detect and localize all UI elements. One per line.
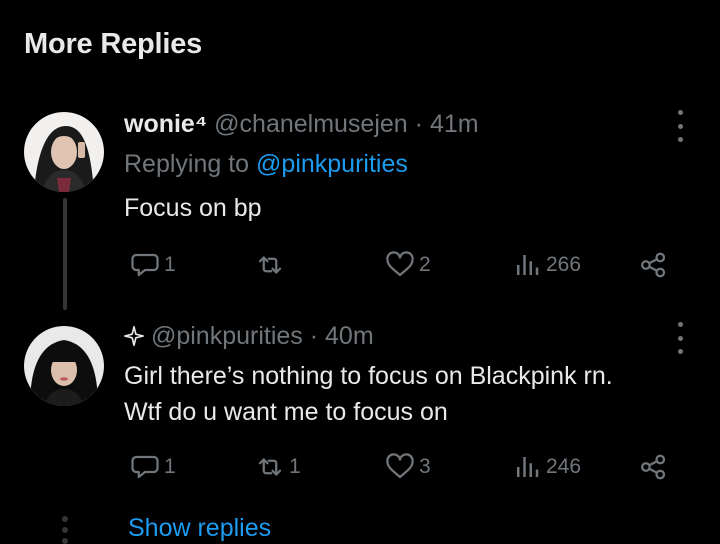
views-count: 246 — [546, 455, 582, 478]
replying-to-label: Replying to — [124, 150, 250, 178]
comment-icon — [131, 455, 159, 479]
heart-icon — [386, 453, 414, 479]
heart-icon — [386, 251, 414, 277]
separator-dot: · — [414, 110, 423, 138]
section-title: More Replies — [24, 28, 203, 60]
reply-button[interactable]: 1 — [130, 452, 176, 482]
reply-button[interactable]: 1 — [130, 250, 176, 280]
more-dot-icon — [677, 110, 683, 115]
avatar[interactable] — [24, 326, 104, 406]
replying-to: Replying to @pinkpurities — [124, 150, 408, 179]
sparkle-icon — [124, 326, 144, 346]
timestamp[interactable]: 41m — [430, 110, 479, 138]
repost-count: 1 — [289, 455, 301, 478]
repost-button[interactable]: 1 — [255, 452, 301, 482]
timestamp[interactable]: 40m — [325, 322, 374, 350]
more-options-button[interactable] — [668, 110, 692, 142]
reply-header: wonie⁴ @chanelmusejen · 41m — [124, 110, 479, 139]
reply-text: Focus on bp — [124, 190, 262, 226]
reply-text-line: Girl there’s nothing to focus on Blackpi… — [124, 362, 613, 390]
replying-to-mention[interactable]: @pinkpurities — [256, 150, 408, 178]
share-button[interactable] — [638, 250, 670, 280]
separator-dot: · — [309, 322, 319, 350]
reply-header: @pinkpurities · 40m — [124, 322, 374, 351]
username[interactable]: @chanelmusejen — [214, 110, 408, 138]
share-button[interactable] — [638, 452, 670, 482]
show-replies-link[interactable]: Show replies — [128, 514, 271, 543]
like-count: 2 — [419, 253, 431, 276]
share-icon — [641, 454, 666, 480]
reply-count: 1 — [164, 455, 176, 478]
comment-icon — [131, 253, 159, 277]
reply-text: Girl there’s nothing to focus on Blackpi… — [124, 358, 613, 430]
views-icon — [517, 457, 539, 477]
more-dot-icon — [677, 137, 683, 142]
like-count: 3 — [419, 455, 431, 478]
repost-button[interactable] — [255, 250, 289, 280]
views-icon — [517, 255, 539, 275]
reply-count: 1 — [164, 253, 176, 276]
more-dot-icon — [677, 335, 683, 341]
reply-text-line: Focus on bp — [124, 194, 262, 222]
share-icon — [641, 252, 666, 278]
views-button[interactable]: 266 — [512, 250, 581, 280]
thread-line — [63, 198, 67, 310]
thread-continuation-dots — [62, 516, 68, 544]
repost-icon — [258, 256, 282, 274]
like-button[interactable]: 2 — [385, 250, 431, 280]
more-dot-icon — [677, 349, 683, 354]
repost-icon — [258, 458, 282, 476]
display-name[interactable]: wonie⁴ — [124, 110, 207, 138]
like-button[interactable]: 3 — [385, 452, 431, 482]
more-options-button[interactable] — [668, 322, 692, 354]
views-count: 266 — [546, 253, 582, 276]
more-dot-icon — [677, 322, 683, 327]
views-button[interactable]: 246 — [512, 452, 581, 482]
avatar[interactable] — [24, 112, 104, 192]
more-dot-icon — [677, 123, 683, 129]
username[interactable]: @pinkpurities — [151, 322, 303, 350]
reply-text-line: Wtf do u want me to focus on — [124, 398, 448, 426]
